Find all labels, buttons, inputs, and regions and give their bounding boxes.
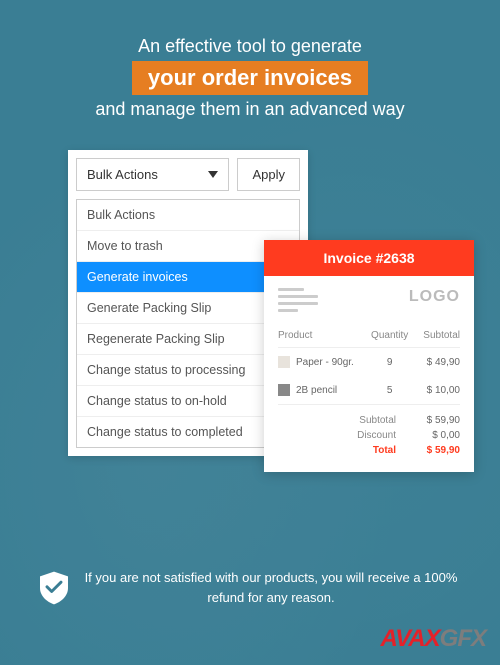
product-swatch-icon [278,356,290,368]
watermark-part2: GFX [440,625,486,652]
watermark-part1: AVAX [381,625,440,652]
product-swatch-icon [278,384,290,396]
invoice-table: Product Quantity Subtotal Paper - 90gr. … [264,320,474,472]
table-header: Product Quantity Subtotal [278,320,460,348]
bulk-actions-select[interactable]: Bulk Actions [76,158,229,191]
watermark: AVAXGFX [381,625,486,653]
product-qty: 9 [369,357,410,368]
logo-placeholder: LOGO [409,288,460,306]
invoice-meta: LOGO [264,276,474,320]
col-product: Product [278,330,369,341]
guarantee-text: If you are not satisfied with our produc… [82,568,460,607]
bulk-header: Bulk Actions Apply [68,150,308,199]
chevron-down-icon [208,171,218,178]
subtotal-value: $ 59,90 [416,415,460,426]
total-value: $ 59,90 [416,445,460,456]
apply-button[interactable]: Apply [237,158,300,191]
workspace: Bulk Actions Apply Bulk Actions Move to … [0,150,500,530]
product-qty: 5 [369,385,410,396]
headline: An effective tool to generate your order… [0,0,500,120]
address-placeholder [278,288,318,312]
invoice-preview: Invoice #2638 LOGO Product Quantity Subt… [264,240,474,472]
product-name: 2B pencil [296,385,337,396]
product-name: Paper - 90gr. [296,357,354,368]
discount-value: $ 0,00 [416,430,460,441]
total-label: Total [346,445,396,456]
invoice-title: Invoice #2638 [264,240,474,276]
product-subtotal: $ 10,00 [410,385,460,396]
headline-highlight: your order invoices [132,61,368,95]
headline-line3: and manage them in an advanced way [0,99,500,120]
product-subtotal: $ 49,90 [410,357,460,368]
table-row: Paper - 90gr. 9 $ 49,90 [278,348,460,376]
col-subtotal: Subtotal [410,330,460,341]
guarantee-row: If you are not satisfied with our produc… [0,568,500,607]
select-label: Bulk Actions [87,167,158,182]
dropdown-option[interactable]: Bulk Actions [77,200,299,231]
col-quantity: Quantity [369,330,410,341]
headline-line1: An effective tool to generate [0,36,500,57]
invoice-totals: Subtotal $ 59,90 Discount $ 0,00 Total $… [278,404,460,458]
subtotal-label: Subtotal [346,415,396,426]
shield-check-icon [40,571,68,605]
table-row: 2B pencil 5 $ 10,00 [278,376,460,404]
discount-label: Discount [346,430,396,441]
